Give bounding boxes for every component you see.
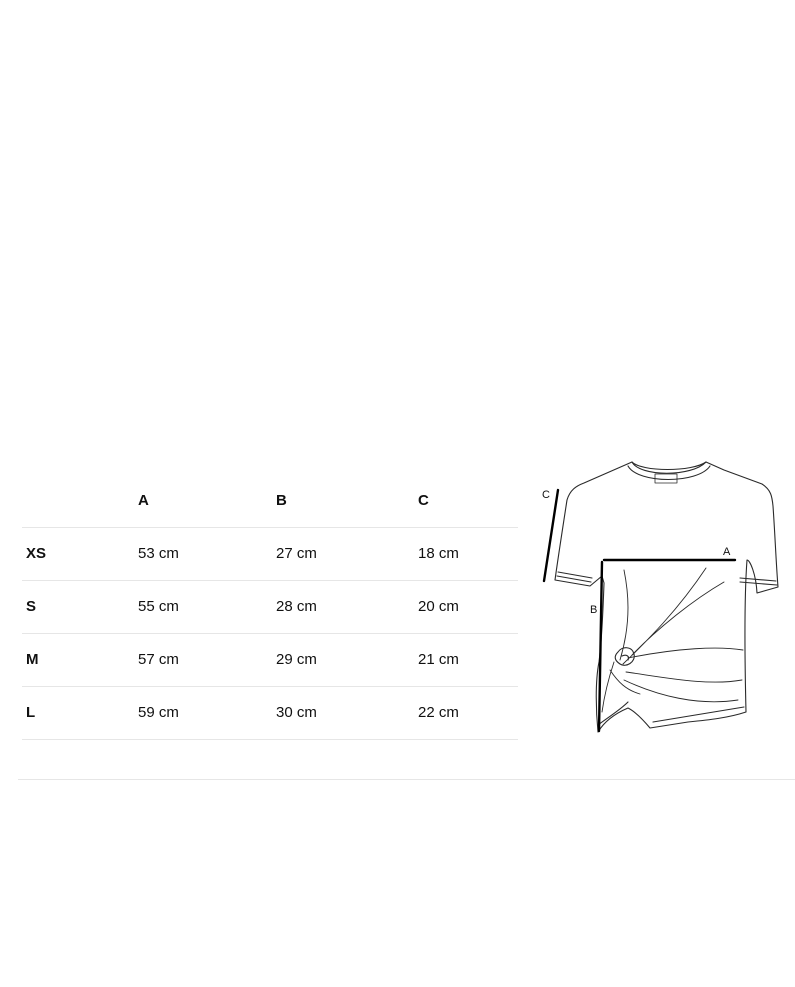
measure-a: 55 cm bbox=[138, 580, 276, 634]
table-row: S 55 cm 28 cm 20 cm bbox=[22, 580, 518, 634]
header-size bbox=[22, 475, 138, 528]
hem-line bbox=[597, 701, 745, 726]
measure-c: 22 cm bbox=[418, 686, 518, 740]
measure-a: 59 cm bbox=[138, 686, 276, 740]
header-b: B bbox=[276, 475, 418, 528]
header-c: C bbox=[418, 475, 518, 528]
tshirt-measurement-illustration: A B C bbox=[542, 461, 779, 733]
measure-b: 29 cm bbox=[276, 633, 418, 687]
measure-b: 30 cm bbox=[276, 686, 418, 740]
measure-a: 57 cm bbox=[138, 633, 276, 687]
measure-b: 28 cm bbox=[276, 580, 418, 634]
size-label: S bbox=[22, 580, 138, 634]
size-chart-table: A B C XS 53 cm 27 cm 18 cm S 55 cm 28 cm… bbox=[22, 475, 518, 740]
tshirt-outline bbox=[554, 461, 779, 733]
measure-a: 53 cm bbox=[138, 527, 276, 581]
measure-label-b: B bbox=[590, 604, 597, 616]
measure-b: 27 cm bbox=[276, 527, 418, 581]
drape-folds bbox=[601, 567, 744, 713]
measure-c: 18 cm bbox=[418, 527, 518, 581]
table-row: L 59 cm 30 cm 22 cm bbox=[22, 686, 518, 740]
measure-label-c: C bbox=[542, 489, 550, 501]
table-header-row: A B C bbox=[22, 475, 518, 528]
measure-c: 21 cm bbox=[418, 633, 518, 687]
size-label: M bbox=[22, 633, 138, 687]
measure-line-c bbox=[542, 488, 560, 583]
left-sleeve-cuff bbox=[556, 571, 593, 583]
size-label: XS bbox=[22, 527, 138, 581]
measure-line-b bbox=[597, 560, 604, 733]
measure-label-a: A bbox=[723, 546, 731, 558]
section-divider bbox=[18, 779, 795, 780]
table-row: M 57 cm 29 cm 21 cm bbox=[22, 633, 518, 687]
size-label: L bbox=[22, 686, 138, 740]
measure-c: 20 cm bbox=[418, 580, 518, 634]
header-a: A bbox=[138, 475, 276, 528]
table-row: XS 53 cm 27 cm 18 cm bbox=[22, 527, 518, 581]
